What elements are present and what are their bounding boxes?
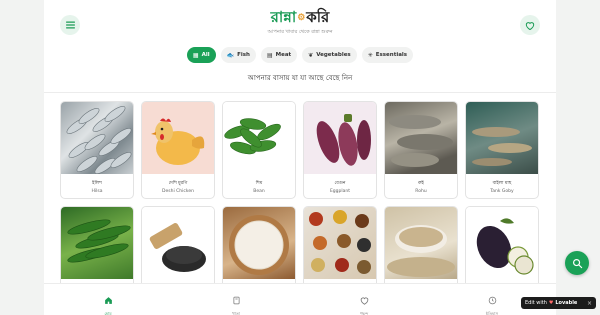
- ingredient-card[interactable]: শিম Bean: [222, 101, 296, 199]
- ingredient-card[interactable]: বাইলা মাছ Tank Goby: [465, 101, 539, 199]
- ingredient-image: [385, 102, 457, 174]
- ingredient-name-en: Bean: [253, 189, 265, 194]
- badge-close-button[interactable]: ×: [587, 300, 592, 307]
- leaf-icon: ❦: [308, 51, 314, 59]
- ingredient-image: [223, 207, 295, 279]
- ingredient-image: [304, 102, 376, 174]
- ingredient-card[interactable]: দেশি মুরগি Deshi Chicken: [141, 101, 215, 199]
- logo-part1: রান্না: [270, 8, 297, 26]
- nav-label: পছন্দ: [359, 311, 369, 315]
- ingredient-image: [466, 102, 538, 174]
- ingredient-name-bn: শিম: [255, 181, 263, 186]
- nav-item-heart[interactable]: পছন্দ: [300, 284, 428, 315]
- ingredient-image: [466, 207, 538, 279]
- ingredient-card[interactable]: বেগুন Eggplant: [303, 101, 377, 199]
- nav-item-book[interactable]: খাতা: [172, 284, 300, 315]
- history-icon: [488, 290, 497, 309]
- chip-label: Essentials: [375, 52, 408, 58]
- header: রান্না⚙করি আপনার খাবার থেকে রান্না শুরুন: [44, 0, 556, 48]
- nav-label: খাতা: [232, 311, 240, 315]
- ingredient-image: [61, 102, 133, 174]
- search-fab[interactable]: [565, 251, 589, 275]
- tagline: আপনার খাবার থেকে রান্না শুরুন: [267, 29, 333, 35]
- sparkle-icon: ✳: [367, 51, 373, 59]
- ingredient-image: [142, 102, 214, 174]
- chip-essentials[interactable]: ✳ Essentials: [361, 47, 414, 63]
- ingredient-image: [304, 207, 376, 279]
- brand: রান্না⚙করি আপনার খাবার থেকে রান্না শুরুন: [44, 8, 556, 37]
- chip-fish[interactable]: 🐟 Fish: [220, 47, 256, 63]
- fish-icon: 🐟: [226, 51, 235, 59]
- favorites-button[interactable]: [520, 15, 540, 35]
- nav-label: ইতিহাস: [485, 311, 499, 315]
- grid-icon: ▦: [192, 51, 199, 59]
- category-filter: ▦ All 🐟 Fish ▤ Meat ❦ Vegetables ✳ Essentials: [44, 47, 556, 63]
- ingredient-name-en: Rohu: [415, 189, 427, 194]
- heart-icon: [360, 290, 369, 309]
- ingredient-name-bn: রুই: [418, 181, 424, 186]
- chip-vegetables[interactable]: ❦ Vegetables: [302, 47, 357, 63]
- nav-label: হোম: [104, 311, 112, 315]
- chip-label: All: [201, 52, 210, 58]
- ingredient-name-bn: দেশি মুরগি: [168, 181, 188, 186]
- logo-part2: করি: [306, 8, 330, 26]
- search-icon: [572, 258, 582, 268]
- ingredient-image: [223, 102, 295, 174]
- badge-text: Edit with: [525, 300, 547, 306]
- section-title: আপনার বাসায় যা যা আছে বেছে নিন: [247, 74, 353, 82]
- ingredient-card[interactable]: রুই Rohu: [384, 101, 458, 199]
- edit-with-lovable-badge[interactable]: Edit with ♥ Lovable ×: [521, 297, 596, 309]
- divider: [44, 92, 556, 93]
- bottom-nav: হোম খাতা পছন্দ ইতিহাস: [44, 283, 556, 315]
- ingredient-name-en: Deshi Chicken: [162, 189, 194, 194]
- home-icon: [104, 290, 113, 309]
- chip-label: Vegetables: [316, 52, 351, 58]
- chip-label: Meat: [275, 52, 292, 58]
- ingredient-name-bn: ইলিশ: [92, 181, 102, 186]
- badge-brand: Lovable: [555, 300, 578, 306]
- ingredient-image: [385, 207, 457, 279]
- chip-all[interactable]: ▦ All: [186, 47, 216, 63]
- ingredient-image: [142, 207, 214, 279]
- ingredient-name-en: Hilsa: [91, 189, 103, 194]
- chip-meat[interactable]: ▤ Meat: [260, 47, 298, 63]
- ingredient-name-bn: বাইলা মাছ: [492, 181, 512, 186]
- ingredient-image: [61, 207, 133, 279]
- ingredient-name-bn: বেগুন: [334, 181, 346, 186]
- book-icon: [232, 290, 241, 309]
- ingredient-grid: ইলিশ Hilsa দেশি মুরগি Deshi Chicken শিম Bean ব…: [60, 101, 539, 304]
- ingredient-name-en: Tank Goby: [490, 189, 514, 194]
- app-page: রান্না⚙করি আপনার খাবার থেকে রান্না শুরুন…: [44, 0, 556, 315]
- heart-icon: [525, 21, 535, 30]
- meat-icon: ▤: [266, 51, 273, 59]
- logo-separator: ⚙: [297, 13, 306, 23]
- chip-label: Fish: [237, 52, 250, 58]
- nav-item-home[interactable]: হোম: [44, 284, 172, 315]
- ingredient-name-en: Eggplant: [329, 189, 351, 194]
- app-logo: রান্না⚙করি: [44, 8, 556, 27]
- ingredient-card[interactable]: ইলিশ Hilsa: [60, 101, 134, 199]
- lovable-heart-icon: ♥: [548, 300, 554, 306]
